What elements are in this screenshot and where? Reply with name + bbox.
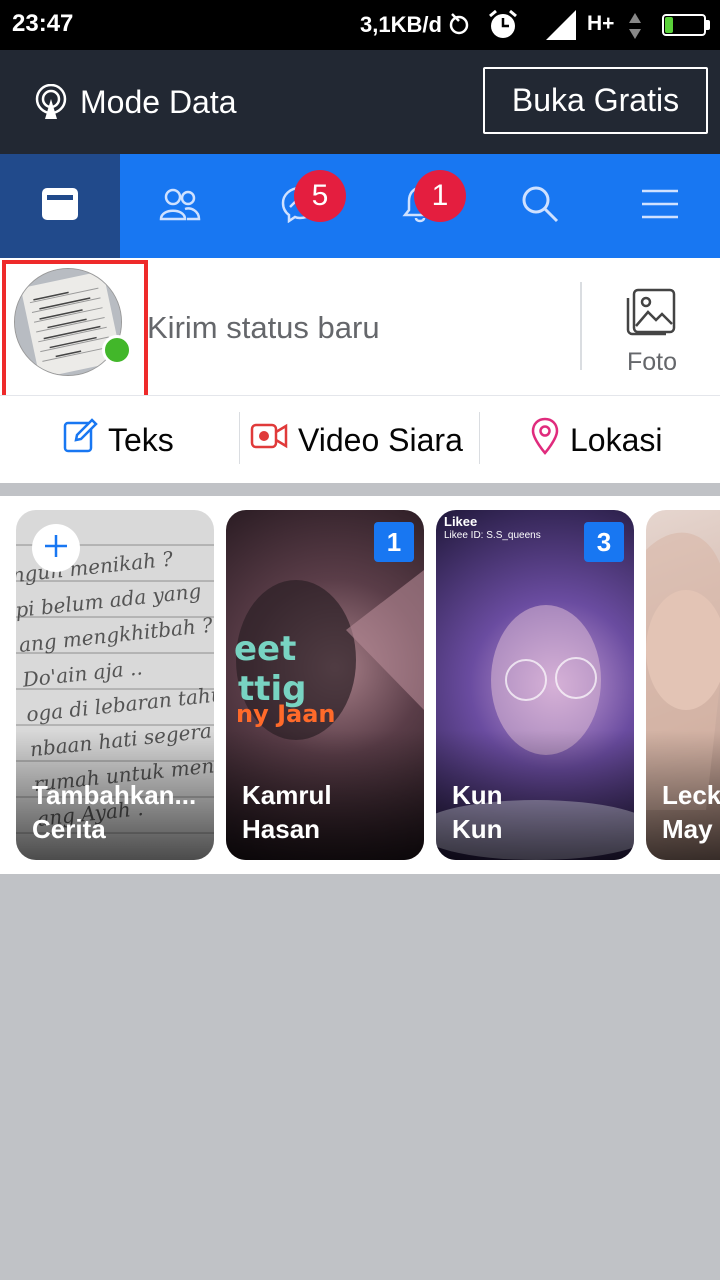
tab-news-feed[interactable] (0, 154, 120, 258)
clock: 23:47 (12, 10, 74, 37)
status-composer: Kirim status baru Foto (0, 258, 720, 404)
text-post-button[interactable]: Teks (62, 414, 174, 466)
story-name-line: May (662, 814, 713, 844)
likee-id: Likee ID: S.S_queens (444, 530, 541, 541)
messages-badge: 5 (294, 170, 346, 222)
plus-icon (43, 533, 69, 564)
data-mode-label: Mode Data (80, 84, 237, 120)
notifications-badge: 1 (414, 170, 466, 222)
location-button[interactable]: Lokasi (530, 414, 663, 466)
battery-tip (706, 20, 710, 30)
story-name-line: Cerita (32, 814, 106, 844)
tab-friends[interactable] (120, 154, 240, 258)
alarm-clock-icon (486, 8, 520, 47)
hamburger-menu-icon (641, 188, 679, 225)
data-arrows-icon (628, 12, 642, 45)
status-input[interactable]: Kirim status baru (147, 310, 380, 346)
top-nav-bar: 5 1 (0, 154, 720, 258)
data-mode-bar: Mode Data Buka Gratis (0, 50, 720, 154)
story-card[interactable]: eet ttig ny Jaan 1 Kamrul Hasan (226, 510, 424, 860)
svg-text:ny Jaan: ny Jaan (236, 700, 336, 728)
story-name-line: Kun (452, 780, 503, 810)
network-type: H+ (587, 12, 615, 35)
story-name-line: Kun (452, 814, 503, 844)
broadcast-icon (34, 83, 68, 125)
story-name: Kamrul Hasan (242, 778, 412, 846)
story-name: Tambahkan... Cerita (32, 778, 202, 846)
edit-icon (62, 418, 108, 462)
story-card[interactable]: Leck May (646, 510, 720, 860)
photo-icon[interactable] (624, 286, 678, 341)
stories-tray: ngun menikah ? pi belum ada yang ang men… (0, 496, 720, 874)
signal-icon (544, 8, 578, 47)
live-video-label: Video Siara (298, 421, 463, 458)
location-label: Lokasi (570, 421, 663, 458)
add-story-button[interactable] (32, 524, 80, 572)
story-name-line: Tambahkan... (32, 780, 197, 810)
status-bar: 23:47 3,1KB/d H+ 21 (0, 0, 720, 50)
story-card[interactable]: Likee Likee ID: S.S_queens 3 Kun Kun (436, 510, 634, 860)
tab-messages[interactable]: 5 (240, 154, 360, 258)
story-name-line: Hasan (242, 814, 321, 844)
tab-menu[interactable] (600, 154, 720, 258)
online-status-dot (102, 335, 132, 365)
story-count-badge: 1 (374, 522, 414, 562)
battery-percent: 21 (674, 15, 694, 34)
network-speed: 3,1KB/d (360, 12, 442, 37)
likee-watermark: Likee (444, 514, 478, 529)
story-name-line: Leck (662, 780, 720, 810)
location-pin-icon (530, 417, 570, 463)
search-icon (520, 184, 560, 229)
tab-notifications[interactable]: 1 (360, 154, 480, 258)
story-name-line: Kamrul (242, 780, 332, 810)
news-feed-icon (40, 186, 80, 227)
battery-icon: 21 (662, 14, 706, 36)
story-count-badge: 3 (584, 522, 624, 562)
text-post-label: Teks (108, 421, 174, 458)
story-card-add[interactable]: ngun menikah ? pi belum ada yang ang men… (16, 510, 214, 860)
composer-actions: Teks Video Siara Lokasi (0, 395, 720, 483)
open-free-mode-button[interactable]: Buka Gratis (483, 67, 708, 134)
friends-icon (159, 186, 201, 227)
story-name: Kun Kun (452, 778, 622, 846)
action-divider (479, 412, 480, 464)
live-video-button[interactable]: Video Siara (250, 414, 463, 466)
composer-divider (580, 282, 582, 370)
action-divider (239, 412, 240, 464)
story-name: Leck May (662, 778, 720, 846)
tab-search[interactable] (480, 154, 600, 258)
sync-icon (446, 8, 472, 43)
photo-label[interactable]: Foto (612, 348, 692, 377)
live-video-icon (250, 421, 298, 459)
svg-text:eet: eet (234, 629, 296, 669)
